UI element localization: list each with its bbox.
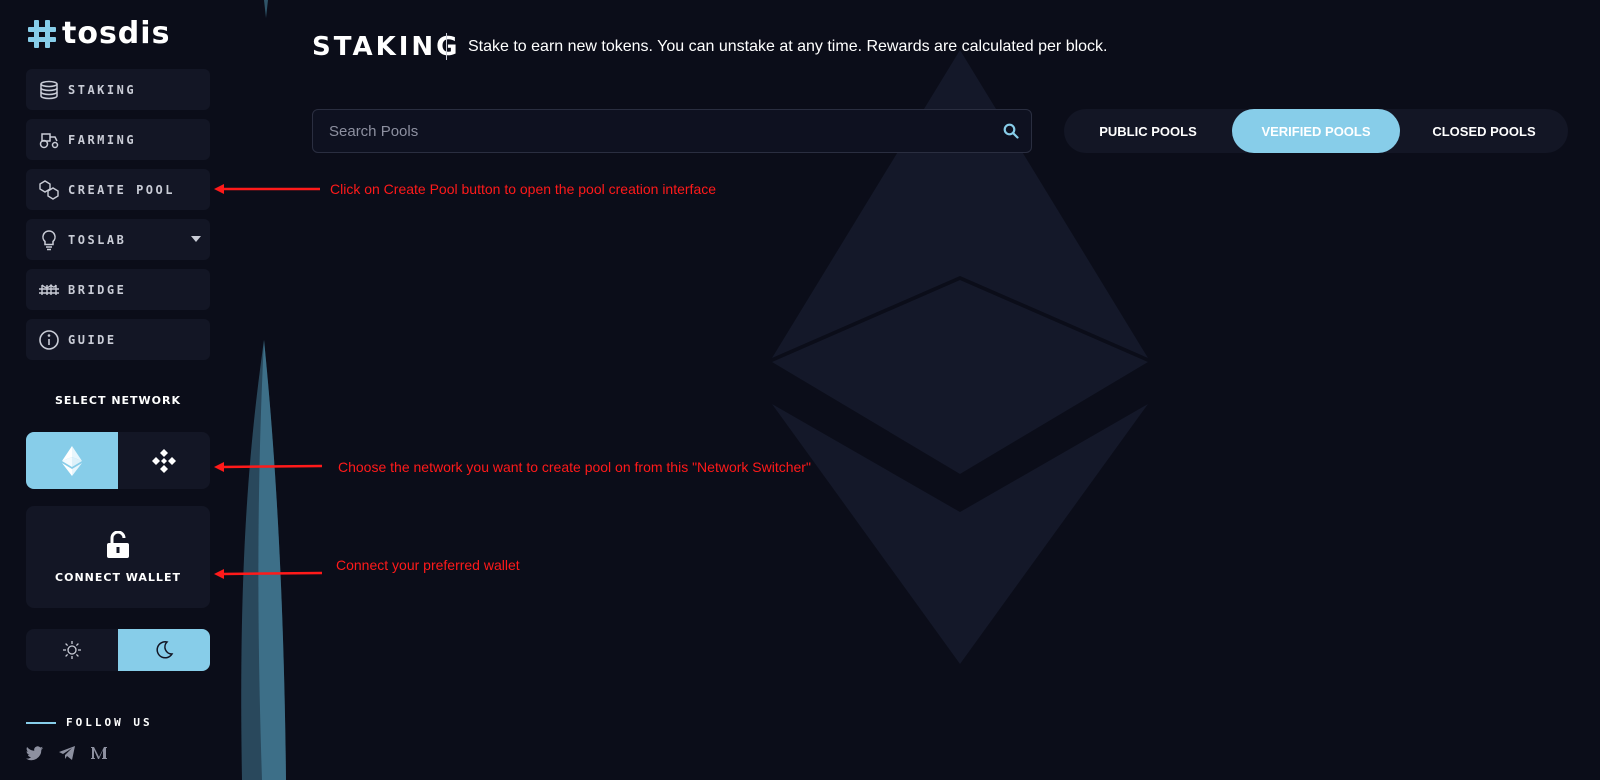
- annotation-text: Connect your preferred wallet: [336, 557, 520, 573]
- sidebar-item-label: TOSLAB: [68, 232, 127, 247]
- sidebar-item-label: STAKING: [68, 82, 137, 97]
- brand-name: tosdis: [62, 16, 171, 51]
- sidebar-item-label: GUIDE: [68, 332, 117, 347]
- title-divider: [446, 33, 447, 60]
- moon-icon: [156, 641, 174, 659]
- tractor-icon: [38, 129, 60, 151]
- follow-us-section: FOLLOW US: [26, 716, 153, 729]
- telegram-icon[interactable]: [58, 744, 76, 762]
- connect-wallet-label: CONNECT WALLET: [55, 570, 181, 584]
- theme-option-dark[interactable]: [118, 629, 210, 671]
- follow-divider: [26, 721, 56, 724]
- sidebar-item-toslab[interactable]: TOSLAB: [26, 219, 210, 260]
- arrow-left-icon: [214, 462, 322, 472]
- social-links: [26, 744, 108, 762]
- annotation-network: Choose the network you want to create po…: [214, 459, 811, 475]
- info-icon: [38, 329, 60, 351]
- chevron-down-icon[interactable]: [190, 233, 202, 245]
- annotation-create-pool: Click on Create Pool button to open the …: [214, 181, 716, 197]
- coins-icon: [38, 79, 60, 101]
- sidebar-item-label: CREATE POOL: [68, 182, 175, 197]
- annotation-text: Choose the network you want to create po…: [338, 459, 811, 475]
- medium-icon[interactable]: [90, 744, 108, 762]
- tab-closed-pools[interactable]: CLOSED POOLS: [1400, 109, 1568, 153]
- sidebar-item-label: BRIDGE: [68, 282, 127, 297]
- sidebar-item-create-pool[interactable]: CREATE POOL: [26, 169, 210, 210]
- arrow-left-icon: [214, 184, 320, 194]
- cubes-icon: [38, 179, 60, 201]
- binance-icon: [152, 448, 176, 473]
- page-title: STAKING: [312, 32, 461, 62]
- network-switcher: [26, 432, 210, 489]
- lightbulb-icon: [38, 229, 60, 251]
- network-option-ethereum[interactable]: [26, 432, 118, 489]
- page-subtitle: Stake to earn new tokens. You can unstak…: [468, 38, 1108, 55]
- sidebar-item-staking[interactable]: STAKING: [26, 69, 210, 110]
- annotation-wallet: Connect your preferred wallet: [214, 557, 520, 582]
- search-input[interactable]: [329, 122, 991, 140]
- search-icon[interactable]: [991, 111, 1031, 151]
- sidebar-item-label: FARMING: [68, 132, 137, 147]
- bridge-icon: [38, 279, 60, 301]
- brand-logo[interactable]: tosdis: [26, 16, 170, 52]
- follow-us-label: FOLLOW US: [66, 716, 153, 729]
- select-network-title: SELECT NETWORK: [54, 394, 182, 407]
- search-pools-box: [312, 109, 1032, 153]
- connect-wallet-button[interactable]: CONNECT WALLET: [26, 506, 210, 608]
- sidebar-item-farming[interactable]: FARMING: [26, 119, 210, 160]
- tab-public-pools[interactable]: PUBLIC POOLS: [1064, 109, 1232, 153]
- annotation-text: Click on Create Pool button to open the …: [330, 181, 717, 197]
- unlock-icon: [107, 530, 129, 558]
- sidebar-item-bridge[interactable]: BRIDGE: [26, 269, 210, 310]
- sidebar-item-guide[interactable]: GUIDE: [26, 319, 210, 360]
- twitter-icon[interactable]: [26, 744, 44, 762]
- arrow-left-icon: [214, 569, 322, 579]
- pool-tabs: PUBLIC POOLS VERIFIED POOLS CLOSED POOLS: [1064, 109, 1568, 153]
- theme-switcher: [26, 629, 210, 671]
- network-option-binance[interactable]: [118, 432, 210, 489]
- ethereum-icon: [62, 445, 82, 476]
- theme-option-light[interactable]: [26, 629, 118, 671]
- hash-logo-icon: [28, 20, 56, 48]
- tab-verified-pools[interactable]: VERIFIED POOLS: [1232, 109, 1400, 153]
- sun-icon: [63, 641, 81, 659]
